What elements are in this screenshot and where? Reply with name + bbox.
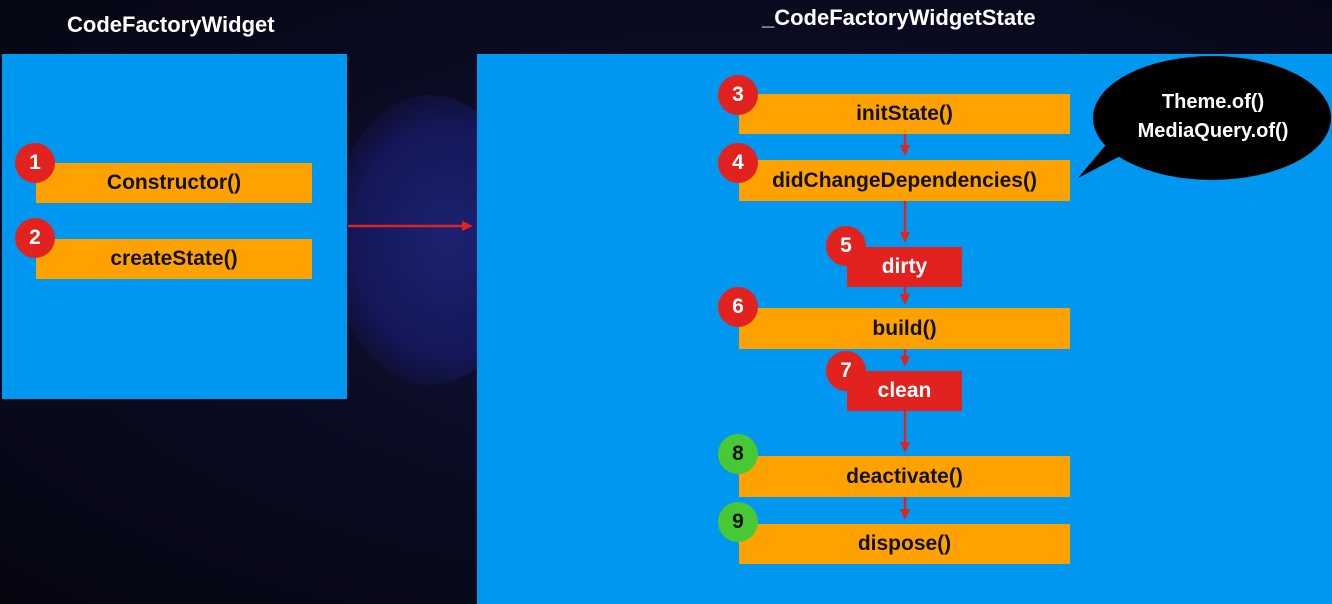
step-number-badge: 3	[718, 75, 758, 115]
did-change-dependencies-step: didChangeDependencies()	[739, 160, 1070, 201]
widget-panel	[2, 54, 347, 399]
callout-line: Theme.of()	[1161, 91, 1265, 113]
step-label: didChangeDependencies()	[772, 168, 1037, 192]
constructor-step: Constructor()	[36, 163, 312, 203]
step-number-badge: 2	[15, 218, 55, 258]
step-number-badge: 5	[826, 226, 866, 266]
dispose-step: dispose()	[739, 524, 1070, 564]
step-label: createState()	[110, 247, 238, 270]
build-step: build()	[739, 308, 1070, 349]
step-label: build()	[872, 316, 937, 340]
step-number-badge: 4	[718, 143, 758, 183]
step-label: dispose()	[857, 532, 952, 555]
step-number-badge: 7	[826, 351, 866, 391]
state-label: dirty	[881, 255, 928, 278]
step-label: initState()	[856, 102, 953, 125]
step-label: deactivate()	[846, 464, 963, 488]
step-number-badge: 1	[15, 143, 55, 183]
step-label: Constructor()	[106, 171, 242, 194]
left-panel-title: CodeFactoryWidget	[67, 12, 275, 37]
state-label: clean	[877, 379, 932, 402]
step-number-badge: 6	[718, 287, 758, 327]
init-state-step: initState()	[739, 94, 1070, 134]
callout-text: Theme.of() MediaQuery.of()	[1108, 88, 1318, 146]
deactivate-step: deactivate()	[739, 456, 1070, 497]
right-panel-title: _CodeFactoryWidgetState	[762, 5, 1036, 30]
callout-line: MediaQuery.of()	[1137, 120, 1289, 142]
create-state-step: createState()	[36, 239, 312, 279]
step-number-badge: 8	[718, 434, 758, 474]
step-number-badge: 9	[718, 502, 758, 542]
